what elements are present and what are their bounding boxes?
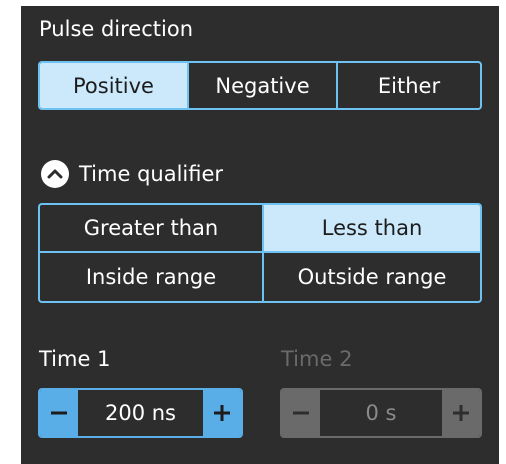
chevron-up-icon[interactable] bbox=[41, 160, 69, 188]
time-qualifier-title: Time qualifier bbox=[79, 162, 224, 186]
time1-decrement-button[interactable] bbox=[40, 390, 78, 436]
time1-stepper: 200 ns bbox=[38, 388, 243, 438]
qualifier-outside-range[interactable]: Outside range bbox=[264, 253, 480, 301]
time2-label: Time 2 bbox=[281, 347, 353, 371]
time2-stepper: 0 s bbox=[280, 388, 482, 438]
time-qualifier-header[interactable]: Time qualifier bbox=[41, 160, 223, 188]
pulse-direction-positive[interactable]: Positive bbox=[40, 63, 189, 108]
time2-value[interactable]: 0 s bbox=[320, 390, 442, 436]
pulse-direction-selector: Positive Negative Either bbox=[38, 61, 482, 110]
plus-icon bbox=[214, 405, 230, 421]
pulse-direction-title: Pulse direction bbox=[39, 17, 194, 41]
time1-label: Time 1 bbox=[39, 347, 111, 371]
time-qualifier-selector: Greater than Less than Inside range Outs… bbox=[38, 203, 482, 303]
time2-increment-button[interactable] bbox=[442, 390, 480, 436]
qualifier-inside-range[interactable]: Inside range bbox=[40, 253, 264, 301]
plus-icon bbox=[453, 405, 469, 421]
minus-icon bbox=[293, 411, 309, 415]
time2-decrement-button[interactable] bbox=[282, 390, 320, 436]
qualifier-greater-than[interactable]: Greater than bbox=[40, 205, 264, 253]
time1-value[interactable]: 200 ns bbox=[78, 390, 203, 436]
pulse-direction-negative[interactable]: Negative bbox=[189, 63, 338, 108]
qualifier-less-than[interactable]: Less than bbox=[264, 205, 480, 253]
time1-increment-button[interactable] bbox=[203, 390, 241, 436]
pulse-direction-either[interactable]: Either bbox=[338, 63, 480, 108]
minus-icon bbox=[51, 411, 67, 415]
